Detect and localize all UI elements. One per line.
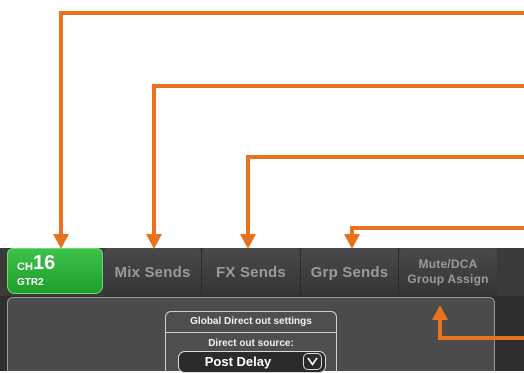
channel-number: 16 [33,252,56,274]
annotation-line-grp-sends [350,226,524,236]
divider [166,332,336,333]
arrowhead-channel [53,234,69,249]
annotation-line-fx-sends [246,155,524,236]
tab-mix-sends-label: Mix Sends [114,263,191,281]
direct-out-settings-title: Global Direct out settings [190,316,312,327]
channel-prefix: CH [17,261,33,273]
direct-out-source-value: Post Delay [204,354,272,369]
channel-tab[interactable]: CH 16 GTR2 [7,248,103,294]
tab-grp-sends[interactable]: Grp Sends [300,248,398,296]
tab-fx-sends[interactable]: FX Sends [201,248,300,296]
direct-out-source-select[interactable]: Post Delay [178,351,326,373]
direct-out-source-label: Direct out source: [208,338,294,349]
annotation-line-channel [59,11,524,236]
chevron-down-icon[interactable] [303,353,322,370]
channel-name: GTR2 [17,277,44,288]
tab-mute-dca-group-assign[interactable]: Mute/DCA Group Assign [398,248,497,296]
arrowhead-mix-sends [146,234,162,249]
tab-mute-dca-label: Mute/DCA Group Assign [407,257,489,286]
tab-fx-sends-label: FX Sends [216,263,286,281]
tab-grp-sends-label: Grp Sends [310,263,389,281]
arrowhead-fx-sends [240,234,256,249]
arrowhead-grp-sends [344,234,360,249]
annotation-line-mix-sends [152,84,524,236]
direct-out-settings-box: Global Direct out settings Direct out so… [165,311,337,373]
tab-mix-sends[interactable]: Mix Sends [104,248,201,296]
